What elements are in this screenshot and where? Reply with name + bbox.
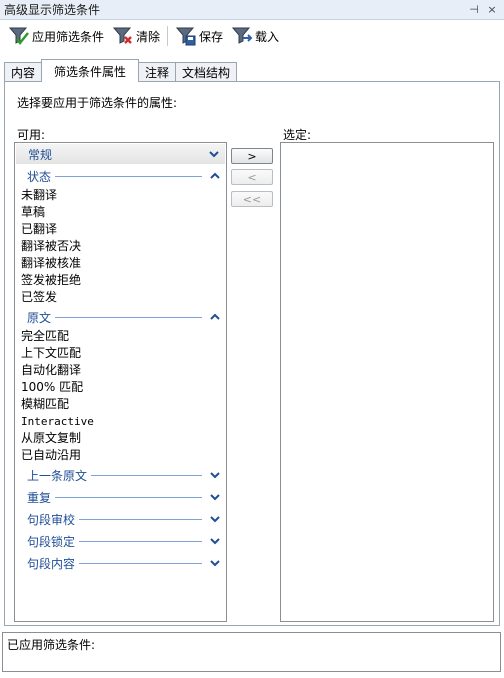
list-item[interactable]: Interactive (15, 413, 226, 430)
group-header[interactable]: 重复 (15, 486, 226, 508)
group-divider (55, 316, 202, 318)
group-title: 原文 (27, 310, 52, 325)
tab-comments[interactable]: 注释 (138, 62, 177, 82)
filter-apply-icon (8, 27, 29, 45)
group-title: 句段锁定 (27, 534, 76, 549)
group-divider (55, 175, 202, 177)
chevron-up-icon[interactable] (208, 310, 222, 324)
apply-filter-button[interactable]: 应用筛选条件 (4, 23, 108, 49)
group-divider (56, 154, 201, 155)
list-item[interactable]: 翻译被核准 (15, 255, 226, 272)
add-button[interactable]: > (231, 148, 273, 164)
list-item[interactable]: 已翻译 (15, 221, 226, 238)
remove-button[interactable]: < (231, 169, 273, 185)
chevron-up-icon[interactable] (208, 169, 222, 183)
filter-attributes-panel: 选择要应用于筛选条件的属性: 可用: 选定: 常规状态未翻译 草稿 已翻译 翻译被否决… (4, 81, 500, 626)
list-item[interactable]: 草稿 (15, 204, 226, 221)
group-title: 句段内容 (27, 556, 76, 571)
close-icon[interactable]: × (486, 3, 498, 16)
chevron-down-icon[interactable] (207, 147, 221, 161)
applied-filter-box: 已应用筛选条件: (2, 632, 501, 672)
list-item[interactable]: 完全匹配 (15, 328, 226, 345)
clear-label: 清除 (136, 29, 161, 44)
list-item[interactable]: 从原文复制 (15, 430, 226, 447)
group-divider (79, 540, 202, 542)
list-item[interactable]: 未翻译 (15, 187, 226, 204)
prompt-text: 选择要应用于筛选条件的属性: (17, 96, 178, 110)
tab-filter-attributes[interactable]: 筛选条件属性 (41, 59, 140, 82)
list-item[interactable]: 上下文匹配 (15, 345, 226, 362)
list-item[interactable]: 已自动沿用 (15, 447, 226, 464)
tab-strip: 内容 筛选条件属性 注释 文档结构 (4, 59, 238, 82)
tab-content[interactable]: 内容 (4, 62, 43, 82)
save-button[interactable]: 保存 (171, 23, 227, 49)
group-header[interactable]: 句段审校 (15, 508, 226, 530)
filter-save-icon (175, 27, 196, 46)
chevron-down-icon[interactable] (208, 512, 222, 526)
group-divider (55, 496, 202, 498)
clear-button[interactable]: 清除 (108, 23, 164, 49)
list-item[interactable]: 已签发 (15, 289, 226, 306)
applied-filter-label: 已应用筛选条件: (7, 638, 96, 652)
group-header[interactable]: 句段锁定 (15, 530, 226, 552)
load-label: 载入 (255, 29, 280, 44)
toolbar: 应用筛选条件 清除 保存 载入 (0, 20, 504, 52)
window-title: 高级显示筛选条件 (4, 3, 101, 17)
list-item[interactable]: 翻译被否决 (15, 238, 226, 255)
group-title: 状态 (27, 169, 52, 184)
apply-filter-label: 应用筛选条件 (32, 29, 105, 44)
tab-document-structure[interactable]: 文档结构 (175, 62, 238, 82)
group-divider (91, 474, 202, 476)
remove-all-button[interactable]: << (231, 191, 273, 207)
group-header[interactable]: 常规 (16, 144, 225, 164)
chevron-down-icon[interactable] (208, 490, 222, 504)
chevron-down-icon[interactable] (208, 556, 222, 570)
chevron-down-icon[interactable] (208, 534, 222, 548)
group-title: 重复 (27, 490, 52, 505)
list-item[interactable]: 模糊匹配 (15, 396, 226, 413)
available-list[interactable]: 常规状态未翻译 草稿 已翻译 翻译被否决 翻译被核准 签发被拒绝 已签发原文完全匹配 上下文匹… (14, 142, 227, 622)
group-divider (79, 562, 202, 564)
save-label: 保存 (199, 29, 224, 44)
title-bar: 高级显示筛选条件 ⊣ × (0, 0, 504, 20)
group-header[interactable]: 句段内容 (15, 552, 226, 574)
available-label: 可用: (17, 128, 46, 142)
pin-icon[interactable]: ⊣ (468, 3, 480, 16)
group-title: 上一条原文 (27, 468, 88, 483)
selected-list[interactable] (280, 142, 494, 622)
chevron-down-icon[interactable] (208, 468, 222, 482)
list-item[interactable]: 自动化翻译 (15, 362, 226, 379)
group-divider (79, 518, 202, 520)
group-header[interactable]: 上一条原文 (15, 464, 226, 486)
group-header[interactable]: 状态 (15, 165, 226, 187)
selected-label: 选定: (283, 128, 312, 142)
group-header[interactable]: 原文 (15, 306, 226, 328)
filter-clear-icon (112, 27, 132, 44)
group-title: 句段审校 (27, 512, 76, 527)
toolbar-separator (167, 26, 169, 46)
group-title: 常规 (28, 147, 53, 162)
filter-load-icon (231, 27, 253, 44)
list-item[interactable]: 签发被拒绝 (15, 272, 226, 289)
load-button[interactable]: 载入 (227, 23, 283, 49)
list-item[interactable]: 100% 匹配 (15, 379, 226, 396)
